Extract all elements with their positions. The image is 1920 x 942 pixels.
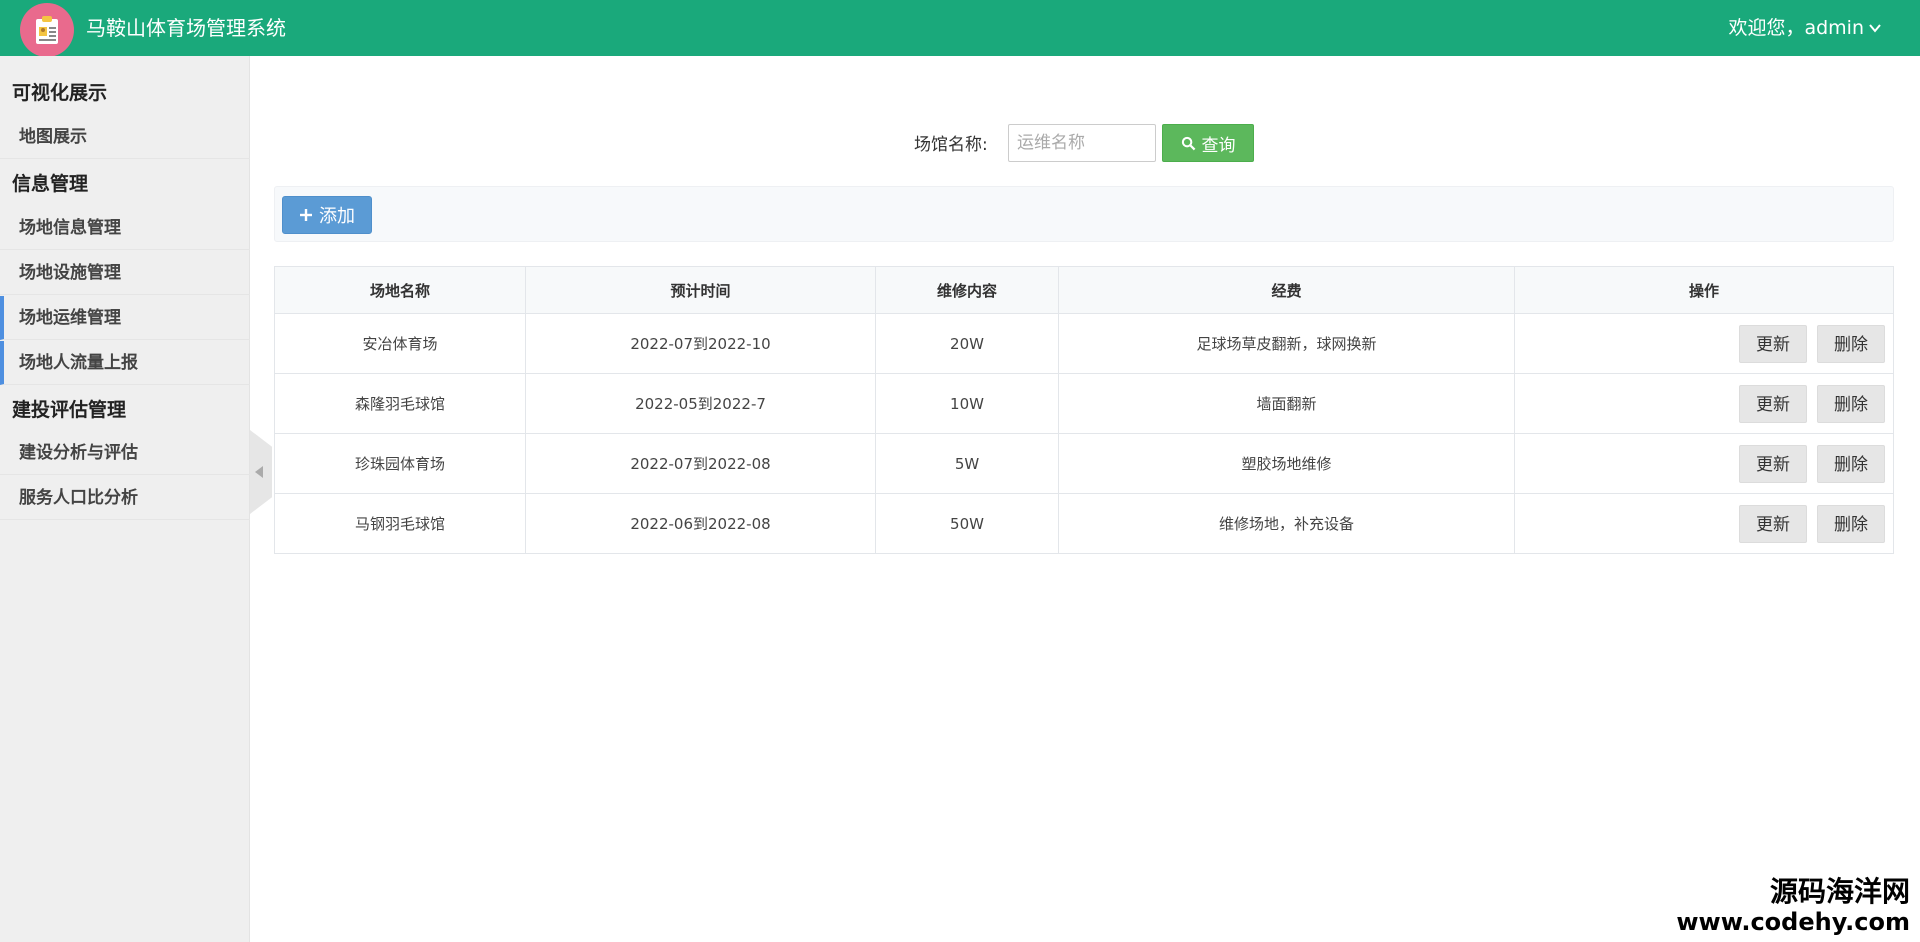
chevron-down-icon	[1869, 24, 1881, 33]
update-button[interactable]: 更新	[1739, 324, 1807, 363]
nav-group-visualization: 可视化展示	[12, 82, 108, 104]
delete-button[interactable]: 删除	[1817, 324, 1885, 363]
app-logo	[20, 3, 74, 57]
cell-expected-time: 2022-05到2022-7	[525, 373, 876, 434]
sidebar-item-venue-maintenance[interactable]: 场地运维管理	[0, 296, 250, 340]
cell-venue-name: 马钢羽毛球馆	[274, 493, 526, 554]
column-header-maintenance-content: 维修内容	[875, 266, 1059, 314]
sidebar-item-construction-analysis[interactable]: 建设分析与评估	[0, 431, 250, 475]
table-row: 安冶体育场 2022-07到2022-10 20W 足球场草皮翻新，球网换新 更…	[274, 313, 1894, 374]
column-header-venue-name: 场地名称	[274, 266, 526, 314]
watermark-name: 源码海洋网	[1769, 875, 1910, 908]
update-button[interactable]: 更新	[1739, 444, 1807, 483]
search-button-label: 查询	[1201, 135, 1236, 156]
sidebar-item-population-ratio[interactable]: 服务人口比分析	[0, 476, 250, 520]
search-icon	[1181, 136, 1195, 150]
cell-venue-name: 珍珠园体育场	[274, 433, 526, 494]
add-button[interactable]: 添加	[282, 196, 372, 234]
sidebar-item-venue-info[interactable]: 场地信息管理	[0, 206, 250, 250]
search-input[interactable]	[1008, 124, 1156, 162]
cell-actions: 更新 删除	[1514, 373, 1894, 434]
watermark-url: www.codehy.com	[1676, 908, 1910, 936]
maintenance-table: 场地名称 预计时间 维修内容 经费 操作 安冶体育场 2022-07到2022-…	[274, 266, 1894, 554]
update-button[interactable]: 更新	[1739, 384, 1807, 423]
add-button-label: 添加	[319, 206, 355, 227]
table-header-row: 场地名称 预计时间 维修内容 经费 操作	[274, 266, 1894, 314]
cell-fee: 足球场草皮翻新，球网换新	[1058, 313, 1515, 374]
user-menu[interactable]: 欢迎您，admin	[1728, 15, 1882, 41]
delete-button[interactable]: 删除	[1817, 444, 1885, 483]
search-label: 场馆名称:	[914, 135, 988, 155]
cell-maintenance-content: 10W	[875, 373, 1059, 434]
search-button[interactable]: 查询	[1162, 124, 1254, 162]
cell-actions: 更新 删除	[1514, 433, 1894, 494]
cell-maintenance-content: 20W	[875, 313, 1059, 374]
toolbar: 添加	[274, 186, 1894, 242]
table-row: 森隆羽毛球馆 2022-05到2022-7 10W 墙面翻新 更新 删除	[274, 373, 1894, 434]
sidebar-item-venue-traffic[interactable]: 场地人流量上报	[0, 341, 250, 385]
chevron-left-icon	[255, 466, 263, 478]
update-button[interactable]: 更新	[1739, 504, 1807, 543]
nav-group-evaluation: 建投评估管理	[12, 399, 127, 421]
cell-actions: 更新 删除	[1514, 313, 1894, 374]
cell-expected-time: 2022-06到2022-08	[525, 493, 876, 554]
table-row: 珍珠园体育场 2022-07到2022-08 5W 塑胶场地维修 更新 删除	[274, 433, 1894, 494]
cell-actions: 更新 删除	[1514, 493, 1894, 554]
welcome-text: 欢迎您，admin	[1728, 17, 1864, 39]
cell-fee: 塑胶场地维修	[1058, 433, 1515, 494]
app-title: 马鞍山体育场管理系统	[86, 16, 286, 40]
column-header-actions: 操作	[1514, 266, 1894, 314]
sidebar-item-map[interactable]: 地图展示	[0, 115, 250, 159]
cell-maintenance-content: 5W	[875, 433, 1059, 494]
top-header: 马鞍山体育场管理系统 欢迎您，admin	[0, 0, 1920, 57]
cell-venue-name: 森隆羽毛球馆	[274, 373, 526, 434]
cell-fee: 维修场地，补充设备	[1058, 493, 1515, 554]
cell-expected-time: 2022-07到2022-10	[525, 313, 876, 374]
cell-fee: 墙面翻新	[1058, 373, 1515, 434]
delete-button[interactable]: 删除	[1817, 384, 1885, 423]
watermark: 源码海洋网 www.codehy.com	[1676, 875, 1910, 937]
cell-maintenance-content: 50W	[875, 493, 1059, 554]
sidebar-collapse-handle[interactable]	[250, 430, 272, 514]
column-header-fee: 经费	[1058, 266, 1515, 314]
plus-icon	[300, 209, 312, 221]
cell-expected-time: 2022-07到2022-08	[525, 433, 876, 494]
column-header-expected-time: 预计时间	[525, 266, 876, 314]
delete-button[interactable]: 删除	[1817, 504, 1885, 543]
clipboard-id-icon	[36, 16, 58, 44]
table-row: 马钢羽毛球馆 2022-06到2022-08 50W 维修场地，补充设备 更新删…	[274, 493, 1894, 554]
cell-venue-name: 安冶体育场	[274, 313, 526, 374]
sidebar: 可视化展示 地图展示 信息管理 场地信息管理 场地设施管理 场地运维管理 场地人…	[0, 56, 250, 942]
sidebar-item-venue-facility[interactable]: 场地设施管理	[0, 251, 250, 295]
nav-group-info-management: 信息管理	[12, 173, 89, 195]
